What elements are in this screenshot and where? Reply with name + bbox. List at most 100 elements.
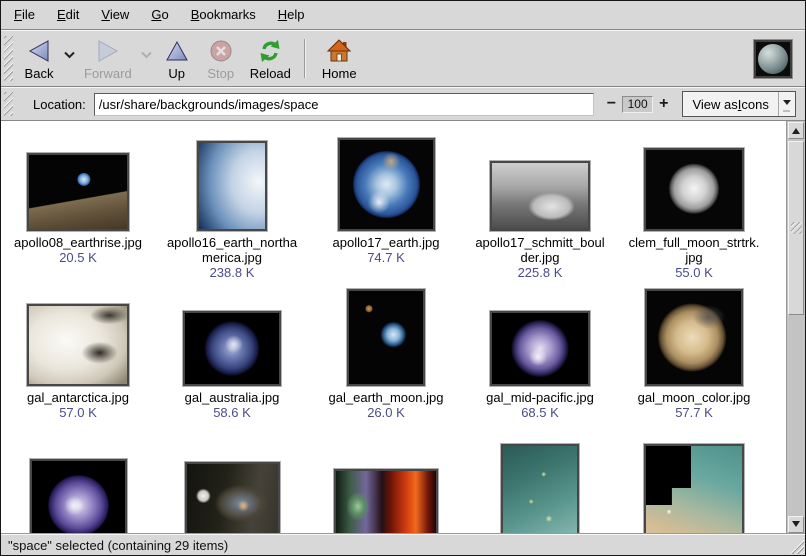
blue-marble-thumbnail[interactable] [338,138,435,231]
home-button[interactable]: Home [315,33,364,84]
menu-view[interactable]: View [90,3,140,27]
file-manager-window: File Edit View Go Bookmarks Help Back Fo… [0,0,806,556]
file-item[interactable]: gal_moon_color.jpg57.7 K [617,289,771,444]
view-mode-dropdown-arrow[interactable] [778,92,795,116]
scrollbar-up-button[interactable] [788,122,804,139]
menu-help[interactable]: Help [267,3,316,27]
resize-grip[interactable] [787,537,804,554]
menu-file[interactable]: File [3,3,46,27]
file-item[interactable] [309,444,463,534]
file-item[interactable]: gal_earth_moon.jpg26.0 K [309,289,463,444]
file-size: 58.6 K [213,405,251,420]
toolbar-separator [304,39,305,78]
up-button-label: Up [168,65,185,82]
file-size: 225.8 K [518,265,563,280]
arrow-up-icon [792,124,800,134]
throbber [754,40,792,78]
nebula-teal-cutout-thumbnail[interactable] [644,444,744,534]
menu-bookmarks[interactable]: Bookmarks [180,3,267,27]
file-item[interactable]: gal_australia.jpg58.6 K [155,289,309,444]
file-size: 26.0 K [367,405,405,420]
purple-earth-globe-thumbnail[interactable] [30,459,127,534]
forward-dropdown-button[interactable] [139,47,155,63]
color-moon-thumbnail[interactable] [645,289,743,386]
icon-view[interactable]: apollo08_earthrise.jpg20.5 Kapollo16_ear… [1,121,786,534]
home-icon [326,36,352,65]
chevron-down-icon [783,100,791,109]
file-size: 238.8 K [210,265,255,280]
menu-edit[interactable]: Edit [46,3,90,27]
file-name: apollo08_earthrise.jpg [14,235,142,250]
view-mode-label: View as Icons [683,92,777,116]
vertical-scrollbar[interactable] [786,121,805,534]
view-mode-dropdown[interactable]: View as Icons [682,91,795,117]
earth-and-moon-thumbnail[interactable] [347,289,425,386]
scrollbar-down-button[interactable] [788,516,804,533]
file-size: 20.5 K [59,250,97,265]
reload-icon [257,36,283,65]
toolbar: Back Forward Up [1,30,805,87]
back-button[interactable]: Back [17,33,61,84]
file-item[interactable] [617,444,771,534]
menu-bar: File Edit View Go Bookmarks Help [1,1,805,30]
file-item[interactable]: gal_antarctica.jpg57.0 K [1,289,155,444]
galaxy-pair-thumbnail[interactable] [185,462,280,534]
forward-button-label: Forward [84,65,132,82]
gray-full-moon-thumbnail[interactable] [644,148,744,231]
file-item[interactable]: gal_mid-pacific.jpg68.5 K [463,289,617,444]
earthrise-thumbnail[interactable] [27,153,129,231]
chevron-down-icon [64,51,75,59]
reload-button[interactable]: Reload [243,33,298,84]
file-name: gal_moon_color.jpg [638,390,751,405]
back-arrow-icon [27,36,51,65]
status-bar: "space" selected (containing 29 items) [1,534,805,555]
home-button-label: Home [322,65,357,82]
nebula-red-green-thumbnail[interactable] [334,469,438,534]
file-name: clem_full_moon_strtrk.jpg [629,235,760,265]
location-label: Location: [33,97,86,112]
content-area: apollo08_earthrise.jpg20.5 Kapollo16_ear… [1,121,805,534]
apollo16-earth-thumbnail[interactable] [197,141,267,231]
location-bar-grip-handle[interactable] [4,92,13,116]
moonscape-thumbnail[interactable] [490,161,590,231]
chevron-down-icon [141,51,152,59]
file-name: apollo17_schmitt_boulder.jpg [475,235,604,265]
up-arrow-icon [165,36,189,65]
back-dropdown-button[interactable] [61,47,77,63]
location-input[interactable] [94,93,594,116]
file-size: 68.5 K [521,405,559,420]
nautilus-throbber-sphere-icon [758,44,788,74]
file-item[interactable]: apollo17_earth.jpg74.7 K [309,134,463,289]
zoom-out-button[interactable]: − [603,94,620,114]
file-size: 55.0 K [675,265,713,280]
forward-button[interactable]: Forward [77,33,139,84]
file-size: 57.0 K [59,405,97,420]
file-name: gal_antarctica.jpg [27,390,129,405]
nebula-teal-thumbnail[interactable] [501,444,579,534]
file-item[interactable]: clem_full_moon_strtrk.jpg55.0 K [617,134,771,289]
australia-globe-thumbnail[interactable] [183,311,281,386]
zoom-in-button[interactable]: + [655,94,672,114]
forward-arrow-icon [96,36,120,65]
file-item[interactable]: apollo08_earthrise.jpg20.5 K [1,134,155,289]
file-item[interactable]: apollo17_schmitt_boulder.jpg225.8 K [463,134,617,289]
file-name: apollo17_earth.jpg [333,235,440,250]
file-item[interactable] [463,444,617,534]
file-item[interactable] [1,444,155,534]
file-size: 74.7 K [367,250,405,265]
back-button-label: Back [25,65,54,82]
scrollbar-thumb[interactable] [788,141,804,315]
reload-button-label: Reload [250,65,291,82]
mid-pacific-globe-thumbnail[interactable] [490,311,590,386]
file-name: gal_australia.jpg [185,390,280,405]
status-text: "space" selected (containing 29 items) [8,538,228,553]
menu-go[interactable]: Go [140,3,179,27]
file-item[interactable]: apollo16_earth_northamerica.jpg238.8 K [155,134,309,289]
stop-icon [209,36,233,65]
stop-button[interactable]: Stop [199,33,243,84]
toolbar-grip-handle[interactable] [4,36,13,81]
file-item[interactable] [155,444,309,534]
up-button[interactable]: Up [155,33,199,84]
file-grid: apollo08_earthrise.jpg20.5 Kapollo16_ear… [1,121,786,534]
antarctica-thumbnail[interactable] [27,304,129,386]
